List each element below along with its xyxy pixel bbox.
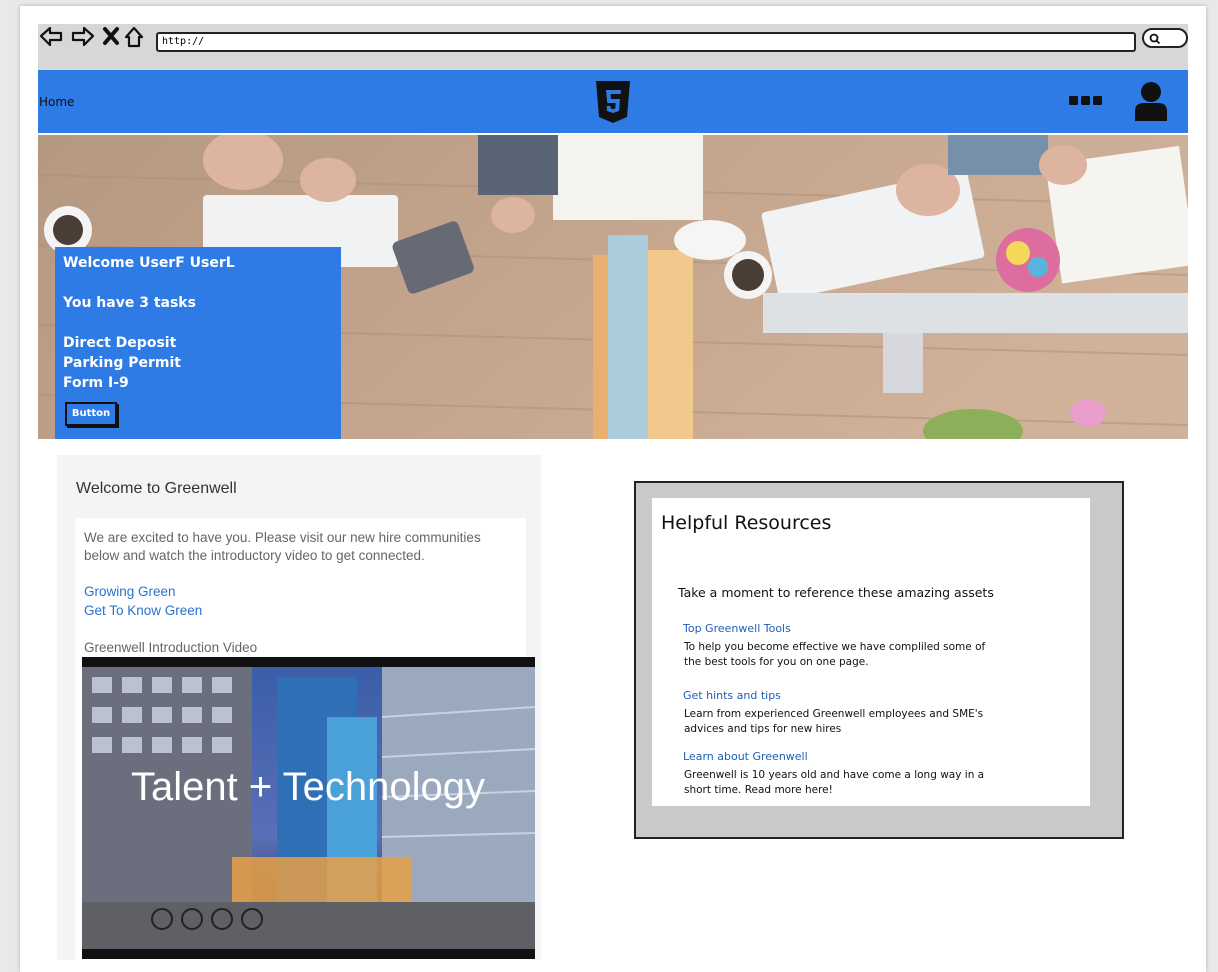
learn-about-link[interactable]: Learn about Greenwell — [683, 750, 808, 763]
home-nav-link[interactable]: Home — [39, 95, 74, 109]
welcome-intro-text: We are excited to have you. Please visit… — [84, 530, 481, 563]
helpful-resources-panel: Helpful Resources Take a moment to refer… — [634, 481, 1124, 839]
welcome-greeting: Welcome UserF UserL — [63, 255, 235, 271]
tasks-summary: You have 3 tasks — [63, 295, 196, 311]
task-item[interactable]: Direct Deposit — [63, 335, 176, 351]
resource-description: To help you become effective we have com… — [684, 641, 986, 668]
task-item[interactable]: Form I-9 — [63, 375, 129, 391]
video-title-text: Talent + Technology — [131, 765, 485, 809]
home-icon[interactable] — [122, 24, 150, 52]
forward-arrow-icon[interactable] — [68, 24, 96, 52]
hints-tips-link[interactable]: Get hints and tips — [683, 689, 781, 702]
resources-title: Helpful Resources — [661, 512, 832, 534]
more-options-icon[interactable] — [1069, 96, 1103, 106]
resource-description: Greenwell is 10 years old and have come … — [684, 769, 985, 796]
city-skyline-video-frame: Talent + Technology — [82, 667, 535, 949]
welcome-panel-title: Welcome to Greenwell — [76, 480, 237, 497]
user-avatar-icon[interactable] — [1134, 81, 1168, 121]
url-input[interactable]: http:// — [156, 32, 1136, 52]
browser-search-input[interactable] — [1142, 28, 1188, 48]
top-tools-link[interactable]: Top Greenwell Tools — [683, 622, 791, 635]
resources-subtitle: Take a moment to reference these amazing… — [678, 585, 994, 600]
browser-toolbar: http:// — [38, 24, 1188, 72]
welcome-card: Welcome UserF UserL You have 3 tasks Dir… — [55, 247, 341, 439]
growing-green-link[interactable]: Growing Green — [84, 584, 176, 599]
resource-description: Learn from experienced Greenwell employe… — [684, 708, 984, 735]
hero-banner-image: Welcome UserF UserL You have 3 tasks Dir… — [38, 135, 1188, 439]
html5-logo-icon[interactable] — [595, 80, 631, 124]
video-label: Greenwell Introduction Video — [84, 640, 258, 655]
top-nav-bar: Home — [38, 70, 1188, 133]
tasks-button[interactable]: Button — [65, 402, 117, 426]
get-to-know-green-link[interactable]: Get To Know Green — [84, 603, 202, 618]
search-icon — [1149, 33, 1161, 45]
back-arrow-icon[interactable] — [38, 24, 66, 52]
introduction-video-player[interactable]: Talent + Technology — [82, 657, 535, 959]
task-item[interactable]: Parking Permit — [63, 355, 181, 371]
helpful-resources-body: Helpful Resources Take a moment to refer… — [652, 498, 1090, 806]
